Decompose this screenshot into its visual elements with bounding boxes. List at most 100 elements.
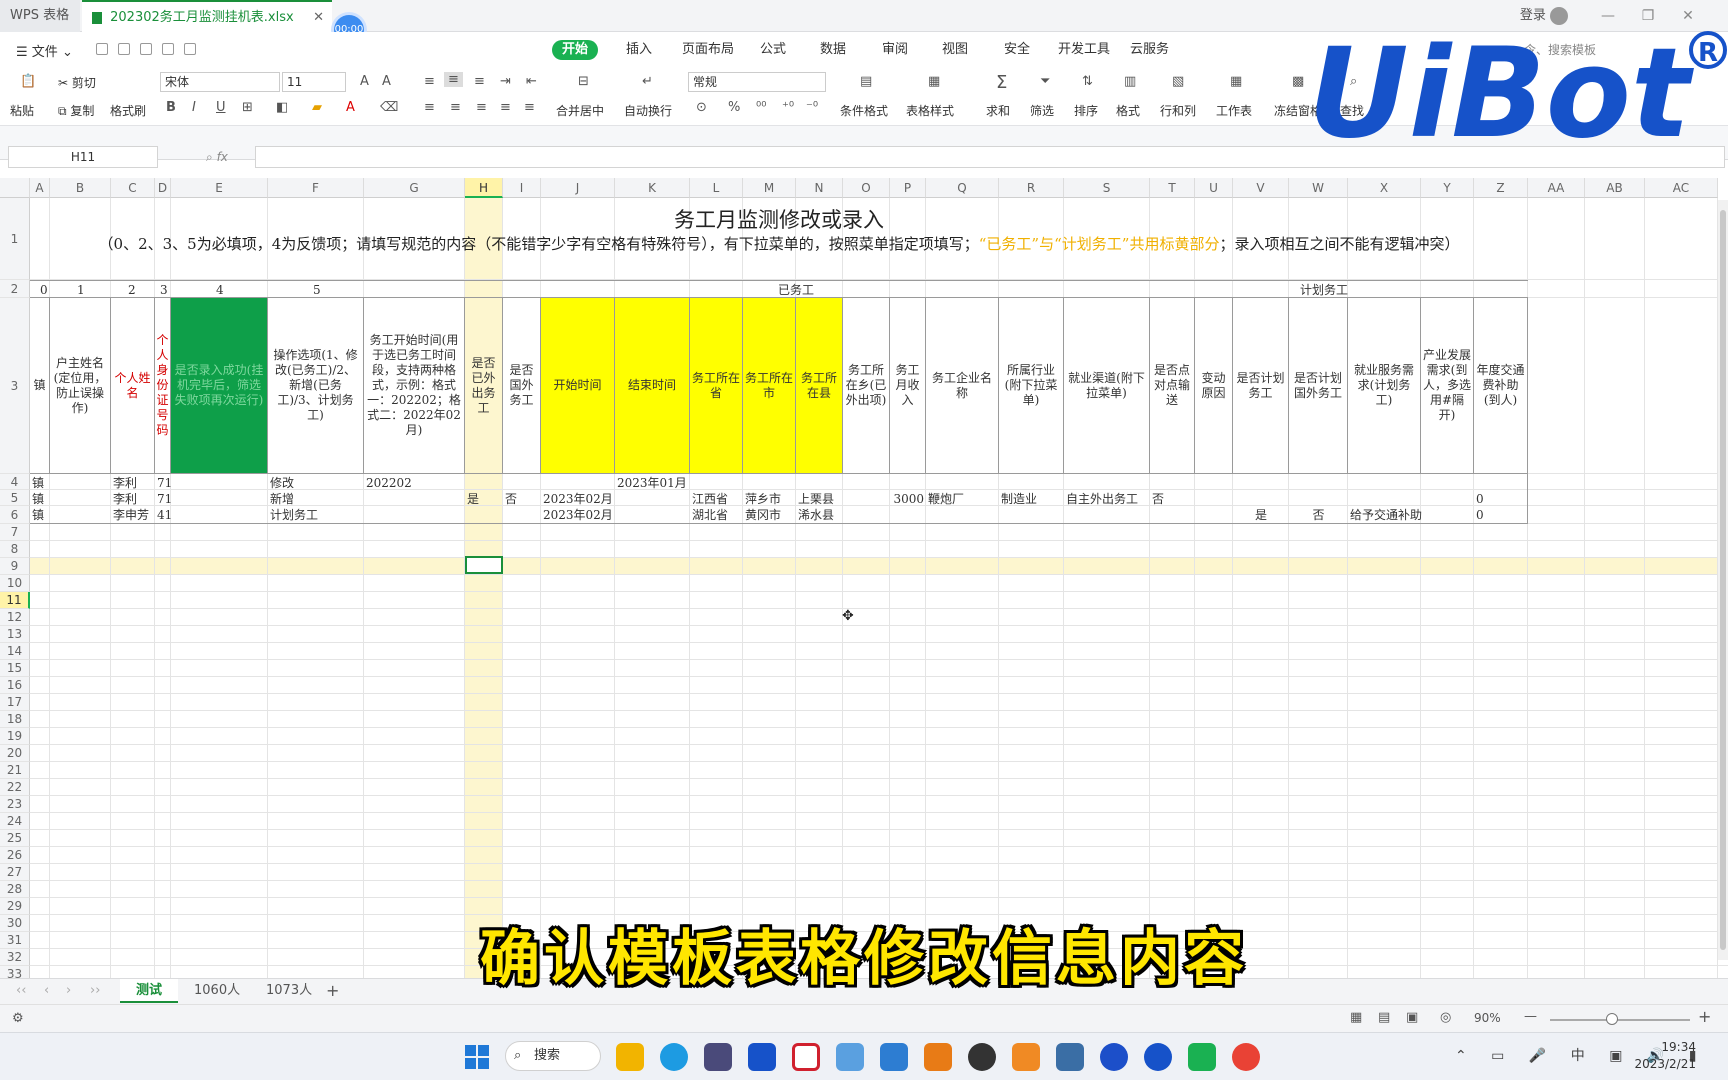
row-header-22[interactable]: 22 bbox=[0, 779, 30, 796]
preview-icon[interactable] bbox=[184, 43, 196, 55]
cell-v6[interactable]: 是 bbox=[1233, 508, 1289, 523]
row-header-17[interactable]: 17 bbox=[0, 694, 30, 711]
header-e[interactable]: 是否录入成功(挂机完毕后，筛选失败项再次运行) bbox=[171, 298, 268, 474]
print-icon[interactable] bbox=[162, 43, 174, 55]
row-header-28[interactable]: 28 bbox=[0, 881, 30, 898]
row-header-25[interactable]: 25 bbox=[0, 830, 30, 847]
row-header-8[interactable]: 8 bbox=[0, 541, 30, 558]
row-header-18[interactable]: 18 bbox=[0, 711, 30, 728]
cell-c4[interactable]: 李利 bbox=[113, 476, 137, 491]
header-b[interactable]: 户主姓名(定位用，防止误操作) bbox=[50, 298, 111, 474]
tab-cloud[interactable]: 云服务 bbox=[1130, 40, 1169, 60]
table-style-icon[interactable]: ▦ bbox=[928, 74, 940, 89]
security-app-icon[interactable] bbox=[792, 1043, 820, 1071]
column-header-n[interactable]: N bbox=[796, 178, 843, 198]
obs-icon[interactable] bbox=[968, 1043, 996, 1071]
eye-protect-icon[interactable]: ◎ bbox=[1440, 1010, 1451, 1025]
percent-icon[interactable]: % bbox=[728, 100, 740, 115]
zoom-in-icon[interactable]: + bbox=[1698, 1007, 1711, 1026]
sum-icon[interactable]: Σ bbox=[996, 72, 1007, 93]
header-q[interactable]: 务工企业名称 bbox=[926, 298, 999, 474]
copy-button[interactable]: ⧉ 复制 bbox=[58, 102, 94, 119]
bold-icon[interactable]: B bbox=[166, 100, 176, 115]
row-header-11[interactable]: 11 bbox=[0, 592, 30, 609]
zoom-slider[interactable] bbox=[1550, 1019, 1690, 1021]
zoom-level[interactable]: 90% bbox=[1474, 1011, 1501, 1025]
row-header-23[interactable]: 23 bbox=[0, 796, 30, 813]
select-all-corner[interactable] bbox=[0, 178, 30, 198]
column-header-ac[interactable]: AC bbox=[1645, 178, 1718, 198]
row-header-9[interactable]: 9 bbox=[0, 558, 30, 575]
column-header-k[interactable]: K bbox=[615, 178, 690, 198]
tab-page-layout[interactable]: 页面布局 bbox=[682, 40, 734, 60]
spreadsheet-grid[interactable]: A B C D E F G H I J K L M N O P Q R S T U V W X Y Z AA AB AC 1234567… bbox=[0, 178, 1728, 978]
header-m[interactable]: 务工所在市 bbox=[743, 298, 796, 474]
header-z[interactable]: 年度交通费补助(到人) bbox=[1474, 298, 1528, 474]
header-a[interactable]: 镇 bbox=[30, 298, 50, 474]
merge-icon[interactable]: ⊟ bbox=[578, 74, 589, 89]
header-y[interactable]: 产业发展需求(到人，多选用#隔开) bbox=[1421, 298, 1474, 474]
filter-button[interactable]: 筛选 bbox=[1030, 102, 1054, 119]
cell-x6[interactable]: 给予交通补助 bbox=[1350, 508, 1422, 523]
column-header-z[interactable]: Z bbox=[1474, 178, 1528, 198]
column-header-d[interactable]: D bbox=[155, 178, 171, 198]
vertical-scrollbar[interactable] bbox=[1718, 200, 1728, 960]
decimal-decrease-icon[interactable]: ⁻⁰ bbox=[806, 100, 818, 115]
notion-n-icon[interactable] bbox=[1100, 1043, 1128, 1071]
sheet-instructions[interactable]: （0、2、3、5为必填项，4为反馈项；请填写规范的内容（不能错字少字有空格有特殊… bbox=[36, 234, 1522, 255]
font-size-select[interactable]: 11 bbox=[282, 72, 346, 92]
header-w[interactable]: 是否计划国外务工 bbox=[1289, 298, 1348, 474]
sheet-title[interactable]: 务工月监测修改或录入 bbox=[30, 204, 1528, 234]
worksheet-button[interactable]: 工作表 bbox=[1216, 102, 1252, 119]
taskbar-clock[interactable]: 19:34 2023/2/21 bbox=[1634, 1039, 1696, 1073]
column-header-o[interactable]: O bbox=[843, 178, 890, 198]
font-name-select[interactable]: 宋体 bbox=[160, 72, 280, 92]
decrease-font-icon[interactable]: A bbox=[382, 74, 391, 89]
thousands-icon[interactable]: ⁰⁰ bbox=[756, 100, 766, 115]
cell-d4[interactable]: 71 bbox=[157, 476, 172, 491]
cell-d5[interactable]: 71 bbox=[157, 492, 172, 507]
tab-view[interactable]: 视图 bbox=[942, 40, 968, 60]
cell-i5[interactable]: 否 bbox=[505, 492, 517, 507]
column-header-u[interactable]: U bbox=[1195, 178, 1233, 198]
merge-center-button[interactable]: 合并居中 bbox=[556, 102, 604, 119]
italic-icon[interactable]: I bbox=[192, 100, 196, 115]
close-tab-icon[interactable]: ✕ bbox=[313, 2, 324, 34]
indent-icon[interactable]: ⇥ bbox=[500, 74, 511, 89]
column-header-m[interactable]: M bbox=[743, 178, 796, 198]
header-h[interactable]: 是否已外出务工 bbox=[465, 298, 503, 474]
cell-f5[interactable]: 新增 bbox=[270, 492, 294, 507]
vertical-scroll-thumb[interactable] bbox=[1720, 210, 1726, 950]
align-left-icon[interactable]: ≡ bbox=[424, 100, 435, 115]
wrap-text-button[interactable]: 自动换行 bbox=[624, 102, 672, 119]
zoom-formula-icon[interactable]: ⌕ bbox=[206, 150, 213, 164]
freeze-icon[interactable]: ▩ bbox=[1292, 74, 1304, 89]
column-header-c[interactable]: C bbox=[111, 178, 155, 198]
row-header-4[interactable]: 4 bbox=[0, 474, 30, 490]
zoom-out-icon[interactable]: — bbox=[1524, 1009, 1537, 1024]
taskbar-search[interactable]: ⌕ 搜索 bbox=[505, 1041, 601, 1071]
sort-icon[interactable]: ⇅ bbox=[1082, 74, 1093, 89]
row-header-7[interactable]: 7 bbox=[0, 524, 30, 541]
justify-icon[interactable]: ≡ bbox=[500, 100, 511, 115]
header-u[interactable]: 变动原因 bbox=[1195, 298, 1233, 474]
app-window-icon[interactable] bbox=[880, 1043, 908, 1071]
cell-n5[interactable]: 上栗县 bbox=[798, 492, 834, 507]
header-j[interactable]: 开始时间 bbox=[541, 298, 615, 474]
header-p[interactable]: 务工月收入 bbox=[890, 298, 926, 474]
macro-icon[interactable]: ⚙ bbox=[12, 1011, 24, 1026]
table-style-button[interactable]: 表格样式 bbox=[906, 102, 954, 119]
cell-l5[interactable]: 江西省 bbox=[692, 492, 728, 507]
row-header-19[interactable]: 19 bbox=[0, 728, 30, 745]
format-icon[interactable]: ▥ bbox=[1124, 74, 1136, 89]
export-icon[interactable] bbox=[140, 43, 152, 55]
wps-spreadsheet-icon[interactable] bbox=[1188, 1043, 1216, 1071]
active-cell-h11[interactable] bbox=[465, 556, 503, 574]
align-right-icon[interactable]: ≡ bbox=[476, 100, 487, 115]
cell-l6[interactable]: 湖北省 bbox=[692, 508, 728, 523]
wrap-icon[interactable]: ↵ bbox=[642, 74, 653, 89]
align-bottom-icon[interactable]: ≡ bbox=[474, 74, 485, 89]
cell-n6[interactable]: 浠水县 bbox=[798, 508, 834, 523]
uibot-creator-icon[interactable] bbox=[748, 1043, 776, 1071]
app-arrow-icon[interactable] bbox=[1056, 1043, 1084, 1071]
